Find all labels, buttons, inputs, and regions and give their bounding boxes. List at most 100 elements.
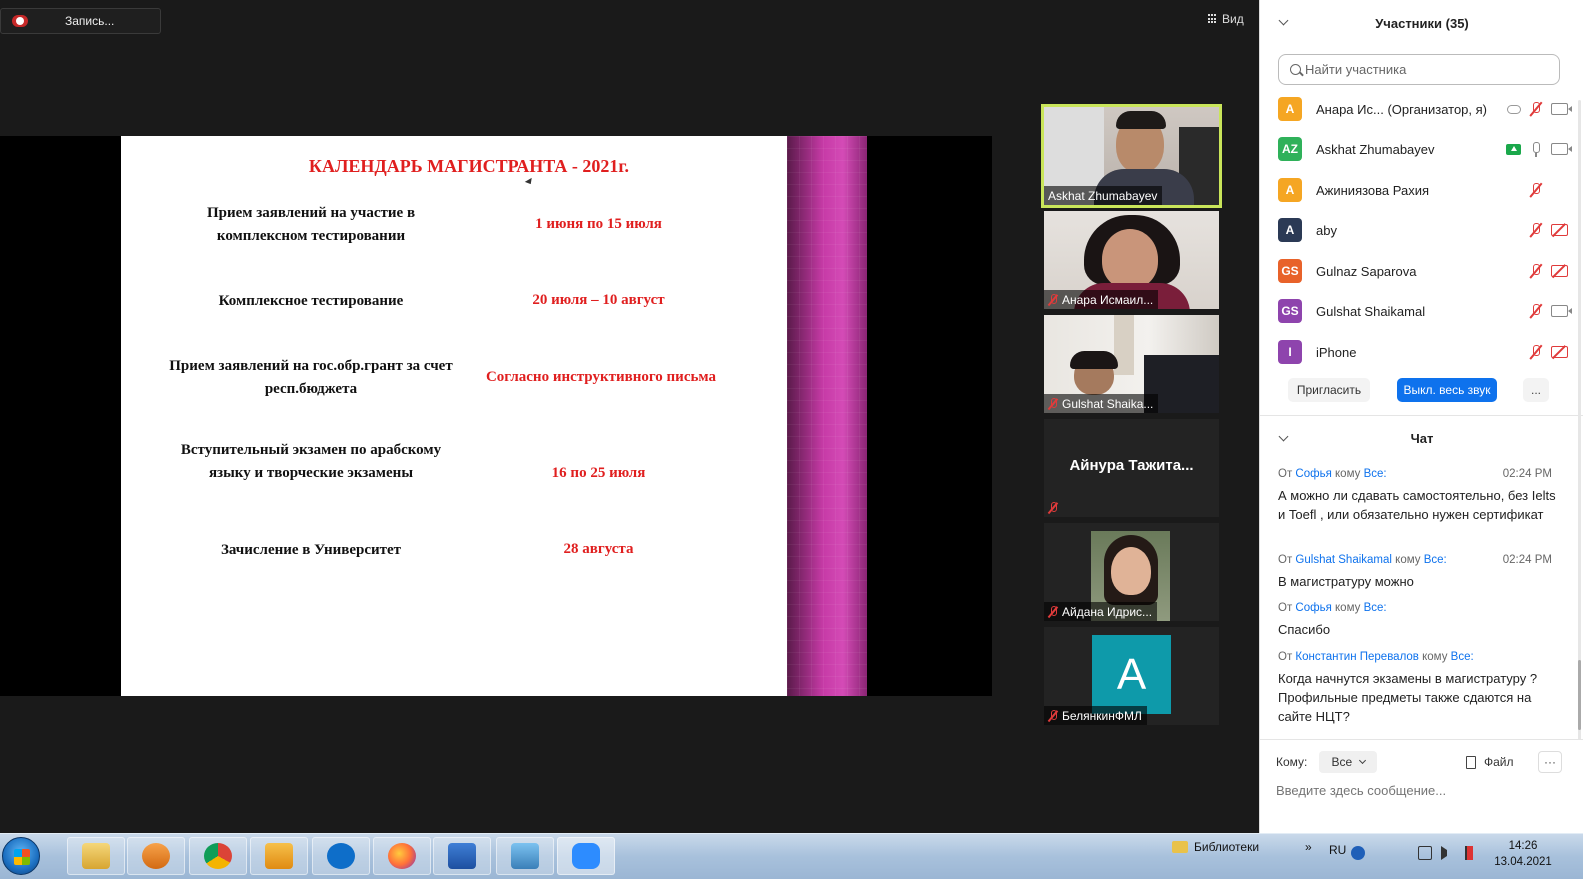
cloud-icon: [1507, 104, 1521, 114]
participant-row[interactable]: I iPhone: [1278, 337, 1568, 367]
camera-icon[interactable]: [1551, 305, 1572, 317]
mute-all-button[interactable]: Выкл. весь звук: [1397, 378, 1497, 402]
camera-off-icon[interactable]: [1551, 224, 1568, 236]
file-icon: [1466, 755, 1476, 769]
taskbar-libraries-toolbar[interactable]: Библиотеки »: [1172, 840, 1312, 854]
search-placeholder: Найти участника: [1305, 62, 1407, 77]
view-label: Вид: [1222, 12, 1244, 26]
network-icon[interactable]: [1418, 846, 1432, 860]
taskbar-media-player[interactable]: [127, 837, 185, 875]
screen-share-icon: [1506, 143, 1521, 155]
camera-icon[interactable]: [1551, 143, 1572, 155]
language-indicator[interactable]: RU: [1329, 843, 1346, 857]
chat-recipient-row: Кому: Все Файл ···: [1276, 750, 1576, 774]
camera-off-icon[interactable]: [1551, 346, 1568, 358]
participant-row[interactable]: GS Gulshat Shaikamal: [1278, 296, 1572, 326]
taskbar-zoom[interactable]: [557, 837, 615, 875]
mic-muted-icon: [1048, 397, 1058, 410]
chat-scrollbar[interactable]: [1578, 100, 1581, 740]
mic-muted-icon[interactable]: [1529, 101, 1543, 117]
mic-muted-icon[interactable]: [1529, 263, 1543, 279]
participant-name: aby: [1316, 222, 1337, 238]
chat-message: От Софья кому Все: 02:24 PM А можно ли сд…: [1278, 468, 1558, 524]
chat-message-text: Спасибо: [1278, 622, 1331, 637]
record-icon: [12, 15, 28, 27]
chat-recipient: Все:: [1363, 602, 1387, 614]
participant-name: iPhone: [1316, 344, 1357, 360]
participant-row[interactable]: AZ Askhat Zhumabayev: [1278, 134, 1572, 164]
mic-muted-icon[interactable]: [1529, 303, 1543, 319]
file-label: Файл: [1484, 755, 1514, 769]
avatar: A: [1092, 635, 1171, 714]
video-tile-ainura[interactable]: Айнура Тажита...: [1044, 419, 1219, 517]
chat-message: От Gulshat Shaikamal кому Все: 02:24 PM В…: [1278, 554, 1558, 591]
slide-decorative-band: [787, 136, 867, 696]
clock-time: 14:26: [1508, 840, 1538, 852]
libraries-label: Библиотеки: [1194, 840, 1260, 854]
slide-row-value: Согласно инструктивного письма: [485, 369, 717, 385]
participant-row[interactable]: GS Gulnaz Saparova: [1278, 256, 1568, 286]
recipient-select[interactable]: Все: [1319, 751, 1378, 773]
invite-button[interactable]: Пригласить: [1288, 378, 1370, 402]
participants-more-button[interactable]: ...: [1523, 378, 1549, 402]
chat-sender[interactable]: Константин Перевалов: [1295, 651, 1419, 663]
taskbar-photo-viewer[interactable]: [496, 837, 554, 875]
view-button[interactable]: Вид: [1208, 12, 1244, 26]
taskbar-chrome[interactable]: [189, 837, 247, 875]
toolbar-chevron[interactable]: »: [1305, 840, 1312, 854]
action-center-flag-icon[interactable]: [1465, 846, 1479, 860]
mic-muted-icon: [1048, 605, 1058, 618]
slide-row-label: Зачисление в Университет: [220, 542, 402, 558]
recording-indicator[interactable]: Запись...: [0, 8, 161, 34]
start-button[interactable]: [2, 837, 40, 875]
chat-more-button[interactable]: ···: [1538, 751, 1562, 773]
help-icon[interactable]: [1351, 846, 1365, 860]
tile-name: Айдана Идрис...: [1062, 604, 1153, 619]
participant-name: Gulshat Shaikamal: [1316, 303, 1426, 319]
video-tile-aidana[interactable]: Айдана Идрис...: [1044, 523, 1219, 621]
shared-screen: КАЛЕНДАРЬ МАГИСТРАНТА - 2021г. Прием зая…: [0, 136, 992, 696]
volume-icon[interactable]: [1441, 846, 1447, 860]
chat-sender[interactable]: Софья: [1295, 602, 1331, 614]
mic-muted-icon: [1048, 501, 1058, 514]
slide-row-label: Вступительный экзамен по арабскому языку…: [180, 442, 442, 481]
taskbar-outlook[interactable]: [250, 837, 308, 875]
chat-message-input[interactable]: [1276, 780, 1566, 800]
participant-row[interactable]: A aby: [1278, 215, 1568, 245]
search-icon: [1290, 64, 1301, 75]
video-tile-anara[interactable]: Анара Исмаил...: [1044, 211, 1219, 309]
zoom-window: Запись... Вид КАЛЕНДАРЬ МАГИСТРАНТА - 20…: [0, 0, 1583, 879]
participant-search-input[interactable]: Найти участника: [1278, 54, 1560, 85]
camera-icon[interactable]: [1551, 103, 1572, 115]
clock-date: 13.04.2021: [1494, 856, 1552, 868]
avatar: AZ: [1278, 137, 1302, 161]
taskbar-firefox[interactable]: [373, 837, 431, 875]
file-button[interactable]: Файл: [1466, 755, 1514, 769]
tile-nameplate: Gulshat Shaika...: [1044, 394, 1159, 413]
taskbar-clock[interactable]: 14:26 13.04.2021: [1490, 838, 1556, 870]
video-tile-belyankin[interactable]: A БелянкинФМЛ: [1044, 627, 1219, 725]
chat-sender[interactable]: Gulshat Shaikamal: [1295, 554, 1392, 566]
participant-row[interactable]: A Ажиниязова Рахия: [1278, 175, 1568, 205]
slide-row-label: Комплексное тестирование: [218, 293, 404, 309]
chat-sender[interactable]: Софья: [1295, 468, 1331, 480]
chat-time: 02:24 PM: [1502, 554, 1552, 566]
recording-label: Запись...: [65, 14, 115, 28]
slide-row-value: 20 июля – 10 август: [532, 292, 665, 308]
participant-row[interactable]: A Анара Ис... (Организатор, я): [1278, 94, 1572, 124]
mic-muted-icon[interactable]: [1529, 222, 1543, 238]
avatar: A: [1278, 97, 1302, 121]
mic-muted-icon[interactable]: [1529, 182, 1543, 198]
mic-muted-icon[interactable]: [1529, 344, 1543, 360]
grid-icon: [1208, 14, 1218, 24]
taskbar-word[interactable]: [433, 837, 491, 875]
taskbar-explorer[interactable]: [67, 837, 125, 875]
mic-icon[interactable]: [1529, 141, 1543, 157]
tile-nameplate: Askhat Zhumabayev: [1044, 186, 1163, 205]
video-tile-askhat[interactable]: Askhat Zhumabayev: [1041, 104, 1222, 208]
taskbar-teamviewer[interactable]: [312, 837, 370, 875]
video-tile-gulshat[interactable]: Gulshat Shaika...: [1044, 315, 1219, 413]
chat-message: От Софья кому Все: Спасибо: [1278, 602, 1558, 639]
camera-off-icon[interactable]: [1551, 265, 1568, 277]
outlook-icon: [265, 843, 293, 869]
